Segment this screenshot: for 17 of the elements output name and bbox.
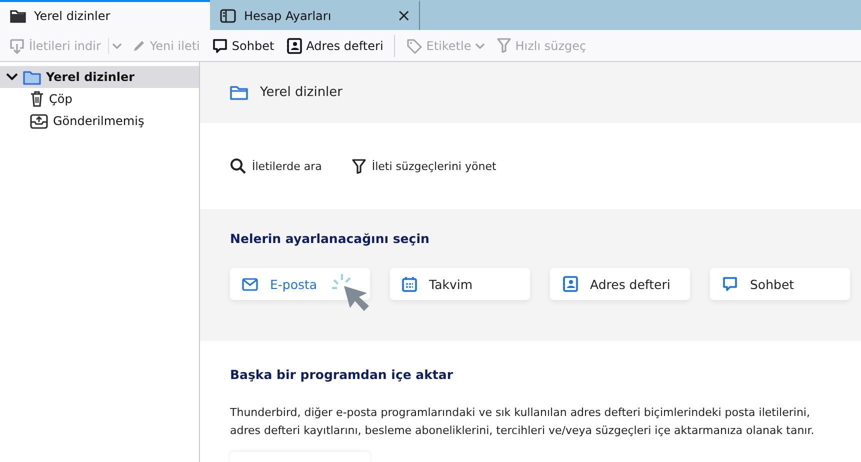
tab[interactable]: Yerel dizinler <box>0 0 210 30</box>
address-book-setup-button[interactable]: Adres defteri <box>550 268 690 300</box>
close-icon[interactable]: × <box>396 6 411 26</box>
section-heading: Nelerin ayarlanacağını seçin <box>230 231 430 246</box>
manage-filters-link[interactable]: İleti süzgeçlerini yönet <box>352 158 496 174</box>
email-setup-button[interactable]: E-posta <box>230 268 370 300</box>
account-title: Yerel dizinler <box>260 85 343 100</box>
section-heading: Başka bir programdan içe aktar <box>230 367 454 382</box>
folder-item[interactable]: Yerel dizinler <box>0 66 199 88</box>
search-messages-link[interactable]: İletilerde ara <box>230 158 322 174</box>
import-description: Thunderbird, diğer e-posta programlarındaki ve sık kullanılan adres defteri biçimlerindeki posta iletilerini, adres defteri kayıtlarını, besleme aboneliklerini, tercihleri ve/veya süzgeçleri içe aktarmanıza olanak tanır. <box>230 405 816 439</box>
folder-item[interactable]: Gönderilmemiş <box>0 110 199 132</box>
chat-setup-button[interactable]: Sohbet <box>710 268 850 300</box>
address-book-button[interactable]: Adres defteri <box>281 34 388 58</box>
chat-button[interactable]: Sohbet <box>206 34 280 58</box>
folder-item[interactable]: Çöp <box>0 88 199 110</box>
calendar-setup-button[interactable]: Takvim <box>390 268 530 300</box>
